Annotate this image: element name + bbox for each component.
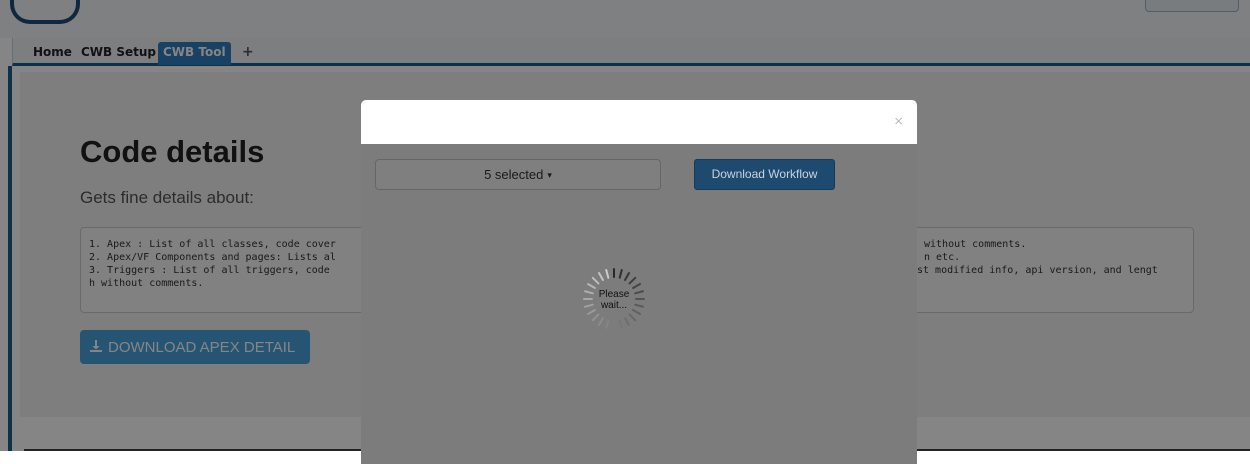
spinner-tick (605, 269, 610, 279)
multiselect-dropdown[interactable]: 5 selected ▾ (375, 159, 661, 190)
spinner-tick (605, 319, 610, 329)
close-icon[interactable]: × (894, 114, 903, 129)
modal-dialog: × 5 selected ▾ Download Workflow Please w… (361, 100, 917, 464)
loading-spinner: Please wait... (582, 267, 646, 331)
spinner-tick (632, 283, 641, 289)
spinner-text: wait... (600, 300, 628, 311)
modal-header: × (361, 100, 917, 144)
spinner-tick (624, 317, 630, 326)
modal-body: 5 selected ▾ Download Workflow Please wai… (361, 144, 917, 464)
multiselect-label: 5 selected (484, 167, 544, 182)
spinner-tick (591, 276, 600, 285)
download-workflow-button[interactable]: Download Workflow (694, 159, 835, 190)
caret-down-icon: ▾ (547, 170, 552, 181)
spinner-text: Please (598, 289, 630, 300)
spinner-tick (591, 313, 600, 322)
spinner-tick (587, 283, 596, 289)
spinner-tick (628, 313, 637, 322)
spinner-tick (624, 272, 630, 281)
spinner-tick (598, 317, 604, 326)
spinner-tick (628, 276, 637, 285)
spinner-tick (618, 269, 623, 279)
spinner-tick (618, 319, 623, 329)
spinner-tick (598, 272, 604, 281)
